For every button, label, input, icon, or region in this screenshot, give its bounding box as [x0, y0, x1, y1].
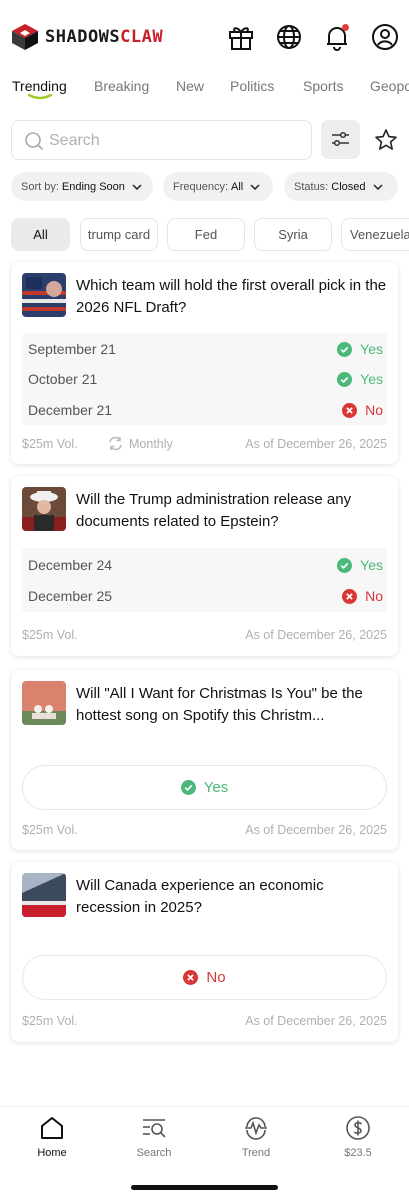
home-icon — [41, 1117, 63, 1139]
logo-cube-icon — [12, 24, 38, 50]
check-circle-icon — [337, 341, 353, 357]
outcome-row: December 21 No — [22, 395, 387, 425]
outcome-result: Yes — [337, 557, 383, 573]
market-thumbnail — [22, 873, 66, 917]
outcome-label: December 25 — [28, 588, 113, 604]
outcome-list: September 21 Yes October 21 Yes December… — [22, 333, 387, 425]
chevron-down-icon — [372, 183, 383, 190]
check-circle-icon — [337, 557, 353, 573]
sliders-icon — [332, 131, 349, 147]
nav-trend[interactable]: Trend — [216, 1115, 296, 1159]
check-circle-icon — [337, 371, 353, 387]
market-title: Will Canada experience an economic reces… — [76, 877, 324, 916]
pulse-icon — [245, 1117, 267, 1140]
topic-syria[interactable]: Syria — [254, 218, 332, 251]
chevron-down-icon — [132, 183, 142, 190]
active-tab-indicator — [27, 93, 53, 99]
x-circle-icon — [342, 402, 358, 418]
logo[interactable]: SHADOWSCLAW — [10, 22, 163, 52]
outcome-result: No — [342, 588, 383, 604]
dollar-icon — [346, 1116, 370, 1140]
outcome-row: December 24 Yes — [22, 550, 387, 580]
tab-sports[interactable]: Sports — [303, 78, 343, 94]
market-thumbnail — [22, 487, 66, 531]
volume-label: $25m Vol. — [22, 437, 78, 451]
app-header: SHADOWSCLAW — [0, 0, 409, 76]
outcome-row: October 21 Yes — [22, 364, 387, 394]
topic-fed[interactable]: Fed — [167, 218, 245, 251]
status-value: Closed — [331, 180, 366, 193]
volume-label: $25m Vol. — [22, 823, 78, 837]
as-of-date: As of December 26, 2025 — [245, 628, 387, 642]
status-prefix: Status: — [294, 180, 329, 193]
tab-new[interactable]: New — [176, 78, 204, 94]
sort-value: Ending Soon — [61, 180, 125, 193]
filter-button[interactable] — [321, 120, 360, 159]
search-input[interactable]: Search — [11, 120, 312, 160]
frequency-label: Monthly — [107, 435, 173, 452]
as-of-date: As of December 26, 2025 — [245, 1014, 387, 1028]
nav-search[interactable]: Search — [114, 1115, 194, 1159]
status-dropdown[interactable]: Status: Closed — [284, 172, 398, 201]
user-icon[interactable] — [370, 22, 400, 52]
as-of-date: As of December 26, 2025 — [245, 437, 387, 451]
market-card[interactable]: Which team will hold the first overall p… — [11, 262, 398, 464]
market-card[interactable]: Will "All I Want for Christmas Is You" b… — [11, 670, 398, 850]
sort-prefix: Sort by: — [21, 180, 59, 193]
check-circle-icon — [180, 780, 196, 795]
outcome-list: December 24 Yes December 25 No — [22, 548, 387, 612]
outcome-result: No — [342, 402, 383, 418]
search-list-icon — [143, 1119, 166, 1138]
chevron-down-icon — [250, 183, 260, 190]
frequency-prefix: Frequency: — [173, 180, 229, 193]
x-circle-icon — [342, 588, 358, 604]
outcome-row: September 21 Yes — [22, 334, 387, 364]
volume-label: $25m Vol. — [22, 628, 78, 642]
outcome-result: Yes — [337, 371, 383, 387]
notification-dot — [342, 24, 349, 31]
x-circle-icon — [183, 970, 199, 985]
market-title: Which team will hold the first overall p… — [76, 277, 387, 316]
search-placeholder: Search — [49, 132, 100, 149]
outcome-result: Yes — [337, 341, 383, 357]
result-button[interactable]: Yes — [22, 765, 387, 810]
sort-dropdown[interactable]: Sort by: Ending Soon — [11, 172, 153, 201]
outcome-label: September 21 — [28, 341, 116, 357]
tab-geopolitics[interactable]: Geopo — [370, 78, 409, 94]
star-icon[interactable] — [374, 128, 398, 152]
volume-label: $25m Vol. — [22, 1014, 78, 1028]
nav-home[interactable]: Home — [12, 1115, 92, 1159]
market-thumbnail — [22, 681, 66, 725]
market-card[interactable]: Will the Trump administration release an… — [11, 476, 398, 656]
globe-icon[interactable] — [274, 22, 304, 52]
frequency-value: All — [231, 180, 244, 193]
outcome-row: December 25 No — [22, 581, 387, 611]
search-icon — [25, 132, 43, 150]
topic-all[interactable]: All — [11, 218, 70, 251]
outcome-label: December 24 — [28, 557, 113, 573]
brand-name: SHADOWSCLAW — [45, 27, 164, 47]
category-tabs: Trending Breaking New Politics Sports Ge… — [0, 76, 409, 108]
outcome-label: December 21 — [28, 402, 113, 418]
gift-icon[interactable] — [226, 22, 256, 52]
nav-balance[interactable]: $23.5 — [318, 1115, 398, 1159]
topic-venezuela[interactable]: Venezuela — [341, 218, 409, 251]
tab-trending[interactable]: Trending — [12, 78, 67, 94]
tab-breaking[interactable]: Breaking — [94, 78, 149, 94]
frequency-dropdown[interactable]: Frequency: All — [163, 172, 273, 201]
repeat-icon — [109, 436, 122, 451]
as-of-date: As of December 26, 2025 — [245, 823, 387, 837]
market-title: Will "All I Want for Christmas Is You" b… — [76, 685, 363, 724]
result-button[interactable]: No — [22, 955, 387, 1000]
result-label: Yes — [203, 779, 229, 796]
market-thumbnail — [22, 273, 66, 317]
market-title: Will the Trump administration release an… — [76, 491, 352, 530]
outcome-label: October 21 — [28, 371, 98, 387]
market-card[interactable]: Will Canada experience an economic reces… — [11, 862, 398, 1042]
topic-trump-card[interactable]: trump card — [80, 218, 158, 251]
tab-politics[interactable]: Politics — [230, 78, 274, 94]
bell-icon[interactable] — [322, 22, 352, 52]
home-indicator — [131, 1185, 278, 1190]
result-label: No — [206, 969, 226, 986]
